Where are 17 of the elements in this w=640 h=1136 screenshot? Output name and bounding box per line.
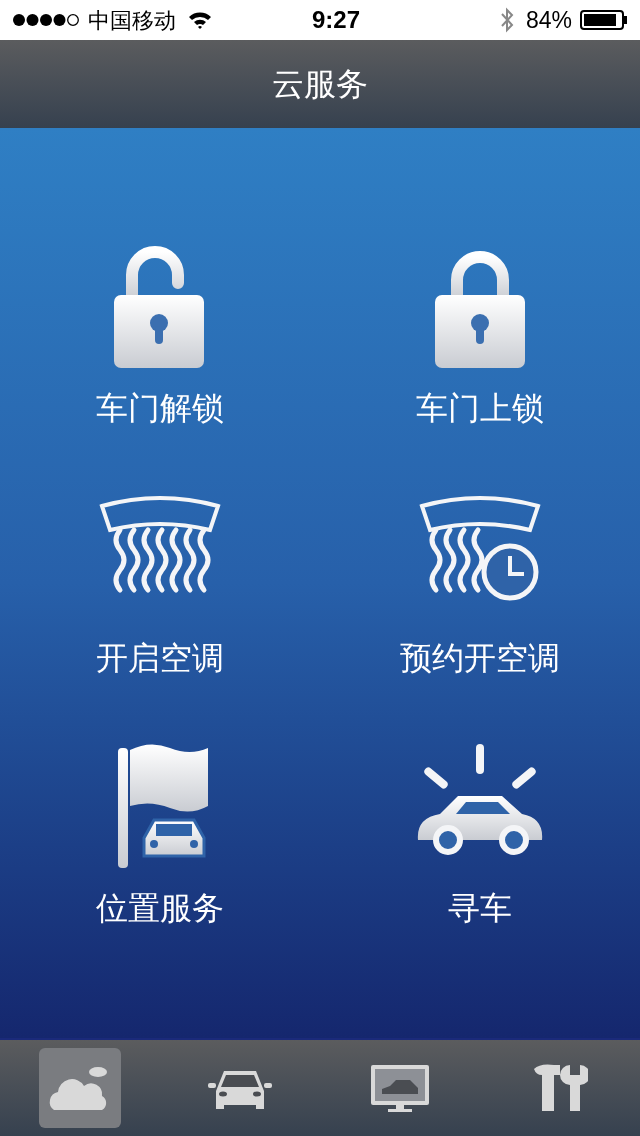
service-button[interactable]: 开启空调 [0, 490, 320, 730]
service-button[interactable]: 车门解锁 [0, 240, 320, 480]
service-button[interactable]: 车门上锁 [320, 240, 640, 480]
tools-icon [532, 1063, 588, 1113]
bluetooth-icon [499, 7, 514, 33]
service-button[interactable]: 位置服务 [0, 740, 320, 980]
signal-icon [12, 13, 80, 27]
battery-icon [580, 9, 628, 31]
clock-time: 9:27 [311, 5, 360, 35]
tab-button[interactable] [39, 1048, 121, 1128]
battery-percent: 84% [525, 5, 572, 35]
wifi-icon [188, 11, 212, 29]
page-title: 云服务 [272, 64, 368, 105]
carrier-name: 中国移动 [88, 6, 176, 35]
service-button[interactable]: 预约开空调 [320, 490, 640, 730]
service-button[interactable]: 寻车 [320, 740, 640, 980]
monitor-car-icon [370, 1064, 430, 1112]
